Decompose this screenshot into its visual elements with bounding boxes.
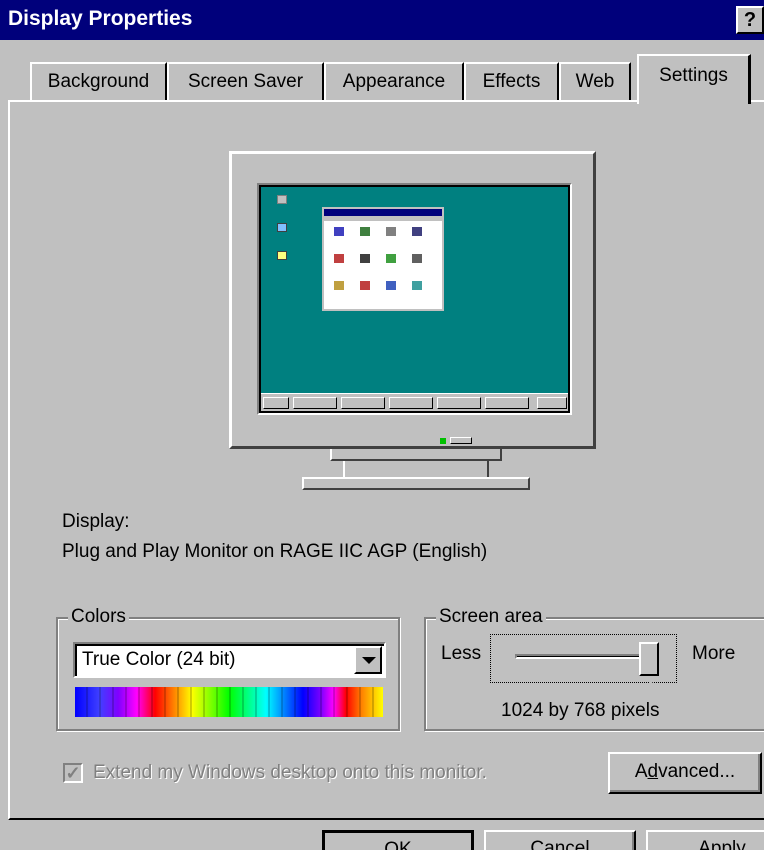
apply-button-label: Apply	[698, 838, 746, 850]
tab-screen-saver[interactable]: Screen Saver	[167, 62, 324, 101]
help-button[interactable]: ?	[736, 6, 764, 34]
apply-button[interactable]: Apply	[646, 830, 764, 850]
cancel-button[interactable]: Cancel	[484, 830, 636, 850]
title-bar: Display Properties ?	[0, 0, 764, 40]
cancel-button-label: Cancel	[530, 838, 590, 850]
ok-button[interactable]: OK	[322, 830, 474, 850]
settings-panel	[8, 100, 764, 820]
tab-background[interactable]: Background	[30, 62, 167, 101]
tab-web[interactable]: Web	[559, 62, 631, 101]
tab-settings[interactable]: Settings	[637, 54, 751, 104]
tab-effects[interactable]: Effects	[464, 62, 559, 101]
window-title: Display Properties	[8, 7, 193, 30]
ok-button-label: OK	[384, 839, 412, 850]
tab-appearance[interactable]: Appearance	[324, 62, 464, 101]
